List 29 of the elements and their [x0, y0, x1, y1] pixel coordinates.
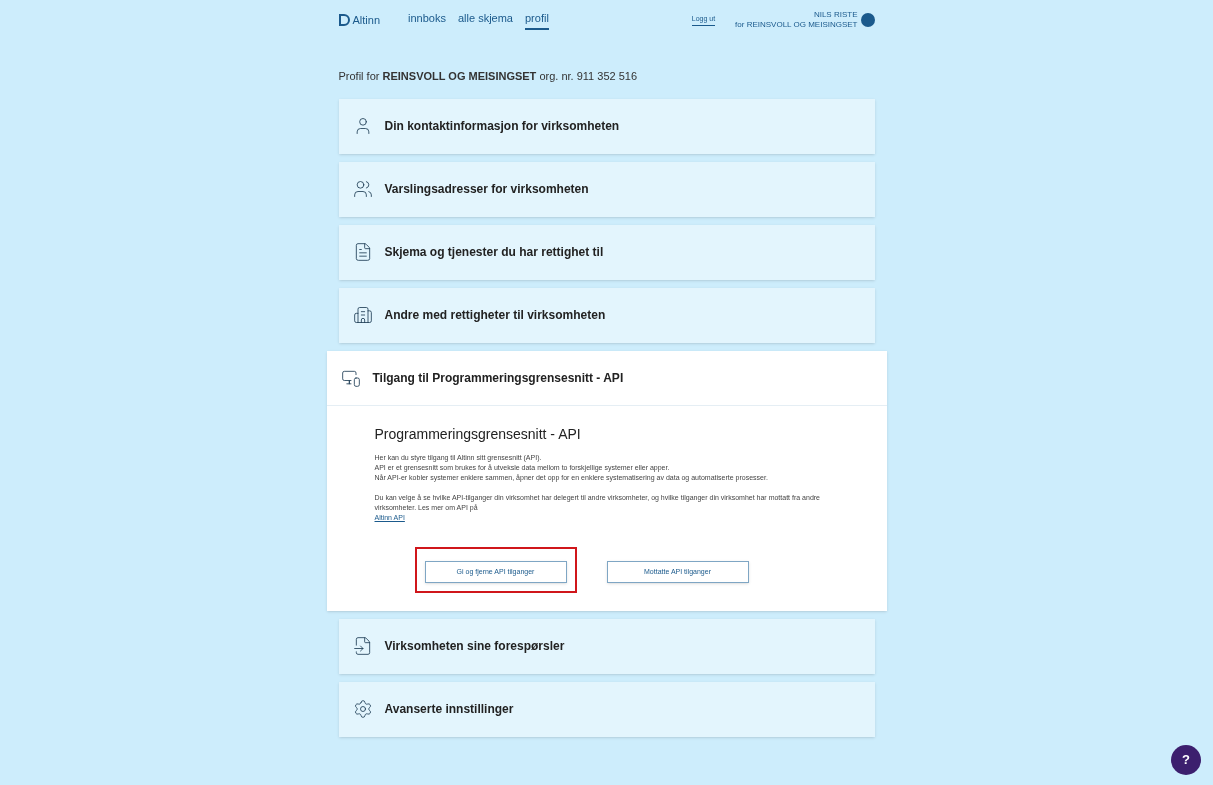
section-title: Varslingsadresser for virksomheten — [384, 181, 589, 198]
section-header[interactable]: Tilgang til Programmeringsgrensesnitt - API — [326, 350, 887, 406]
section-header[interactable]: Andre med rettigheter til virksomheten — [338, 287, 875, 343]
section-icon — [352, 305, 373, 325]
section-title: Virksomheten sine forespørsler — [384, 638, 565, 656]
avatar-icon[interactable] — [860, 13, 875, 27]
section-title: Avanserte innstillinger — [384, 701, 514, 719]
section-title: Andre med rettigheter til virksomheten — [384, 307, 606, 324]
nav-link[interactable]: innboks — [408, 10, 446, 30]
profile-heading: Profil for REINSVOLL OG MEISINGSET org. nr. 911 352 516 — [338, 69, 639, 84]
user-name: NILS RISTE — [813, 10, 858, 20]
nav-link[interactable]: profil — [525, 10, 549, 30]
help-button[interactable]: ? — [1171, 745, 1201, 775]
section-title: Din kontaktinformasjon for virksomheten — [384, 118, 620, 135]
section-heading: Programmeringsgrensesnitt - API — [374, 424, 582, 444]
section-icon — [352, 699, 373, 720]
section-icon — [352, 636, 373, 657]
section-icon — [352, 179, 373, 199]
logo-text: Altinn — [352, 12, 381, 28]
section-header[interactable]: Varslingsadresser for virksomheten — [338, 161, 875, 217]
nav-link[interactable]: alle skjema — [457, 10, 513, 30]
section-header[interactable]: Din kontaktinformasjon for virksomheten — [338, 98, 875, 154]
section-header[interactable]: Skjema og tjenester du har rettighet til — [338, 224, 875, 280]
altinn-logo-icon — [338, 14, 350, 26]
user-org: for REINSVOLL OG MEISINGSET — [735, 20, 858, 30]
section-header[interactable]: Virksomheten sine forespørsler — [338, 618, 875, 674]
section-title: Tilgang til Programmeringsgrensesnitt - API — [372, 369, 624, 387]
section-title: Skjema og tjenester du har rettighet til — [384, 244, 604, 261]
section-header[interactable]: Avanserte innstillinger — [338, 681, 875, 737]
